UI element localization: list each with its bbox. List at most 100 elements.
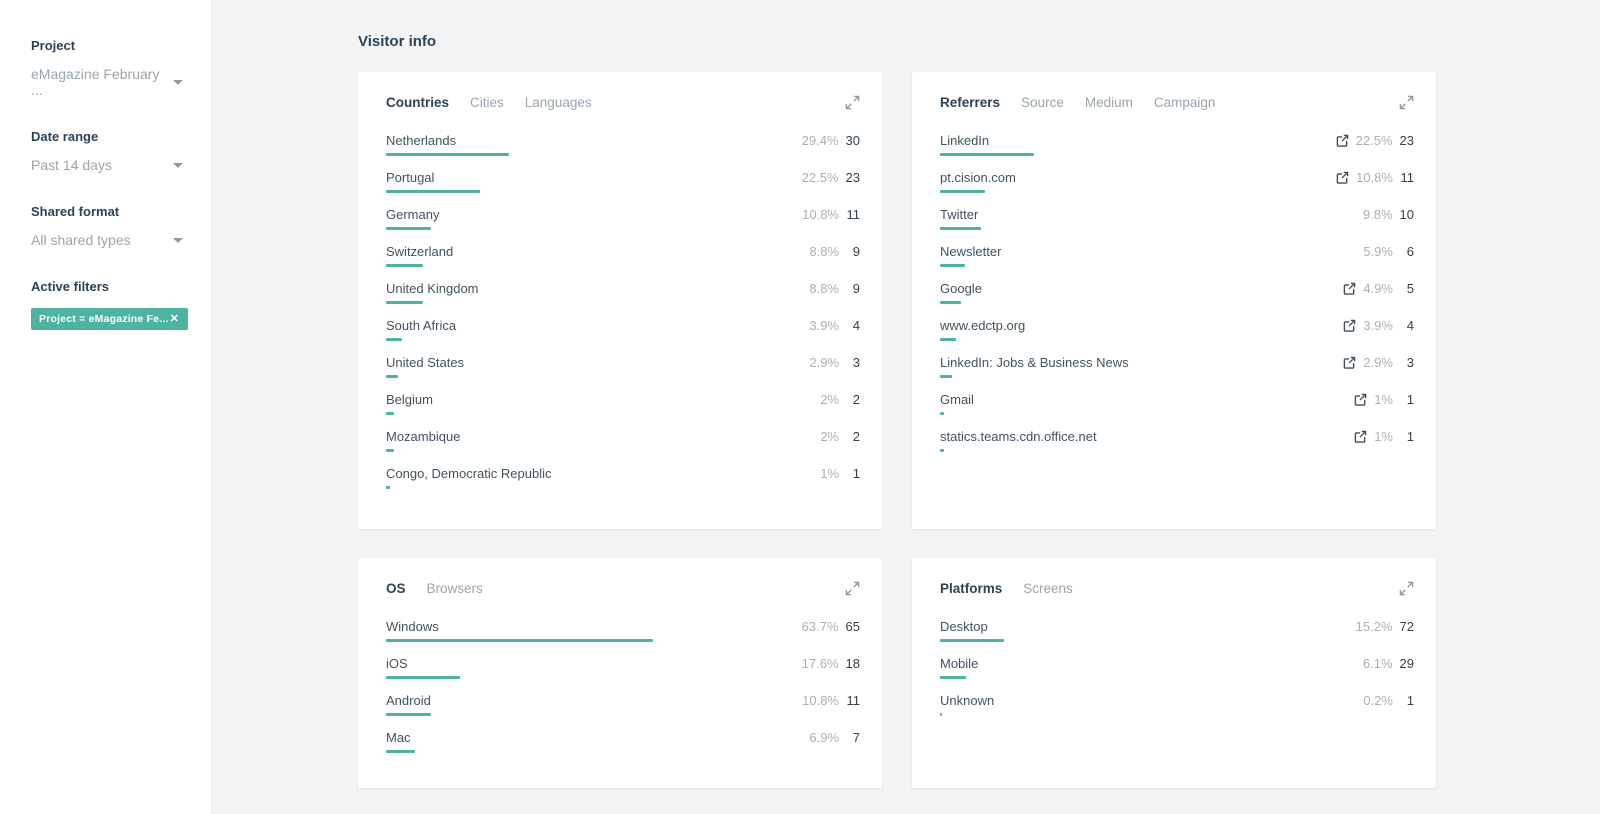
list-item: Congo, Democratic Republic 1% 1 — [386, 466, 860, 503]
item-bar — [386, 412, 395, 415]
item-bar — [386, 153, 510, 156]
external-link-icon[interactable] — [1343, 356, 1356, 369]
item-label: Gmail — [940, 392, 974, 407]
filter-dropdown-value: Past 14 days — [31, 157, 112, 173]
close-icon[interactable]: ✕ — [170, 313, 179, 325]
card-tabs: Referrers Source Medium Campaign — [940, 95, 1215, 110]
list-item: Netherlands 29.4% 30 — [386, 133, 860, 170]
item-bar — [940, 449, 945, 452]
tab-referrers[interactable]: Referrers — [940, 95, 1000, 110]
tab-source[interactable]: Source — [1021, 95, 1064, 110]
item-bar-track — [386, 676, 805, 679]
item-count: 2 — [852, 429, 860, 444]
item-bar-track — [386, 375, 805, 378]
active-filter-chip[interactable]: Project = eMagazine Fe... ✕ — [31, 308, 188, 330]
list-item: pt.cision.com 10.8% 11 — [940, 170, 1414, 207]
external-link-icon[interactable] — [1336, 134, 1349, 147]
active-filter-chip-text: Project = eMagazine Fe... — [39, 313, 169, 325]
item-percent: 2.9% — [1363, 355, 1393, 370]
item-bar-track — [386, 264, 805, 267]
list-item: LinkedIn 22.5% 23 — [940, 133, 1414, 170]
item-label: pt.cision.com — [940, 170, 1016, 185]
list-item: Android 10.8% 11 — [386, 693, 860, 730]
item-bar-track — [386, 412, 805, 415]
item-bar-track — [940, 676, 1359, 679]
item-percent: 1% — [1374, 429, 1393, 444]
card-rows: Desktop 15.2% 72 Mobile 6.1% 29 Unknown — [940, 619, 1414, 730]
filter-dropdown-value: eMagazine February ... — [31, 66, 160, 98]
chevron-down-icon — [173, 237, 183, 243]
item-count: 1 — [1406, 693, 1414, 708]
expand-icon[interactable] — [1399, 95, 1414, 110]
item-bar — [940, 676, 966, 679]
list-item: LinkedIn: Jobs & Business News 2.9% 3 — [940, 355, 1414, 392]
tab-countries[interactable]: Countries — [386, 95, 449, 110]
external-link-icon[interactable] — [1354, 393, 1367, 406]
sidebar-filter-section: Project eMagazine February ... — [31, 38, 183, 98]
sidebar-filter-section: Shared format All shared types — [31, 204, 183, 248]
item-percent: 2% — [820, 429, 839, 444]
item-count: 29 — [1399, 656, 1414, 671]
tab-platforms[interactable]: Platforms — [940, 581, 1002, 596]
item-count: 18 — [845, 656, 860, 671]
filters-sidebar: Project eMagazine February ... Date rang… — [0, 0, 212, 814]
tab-medium[interactable]: Medium — [1085, 95, 1133, 110]
card-header: OS Browsers — [386, 581, 860, 596]
item-bar-track — [940, 264, 1359, 267]
item-bar-track — [386, 486, 805, 489]
item-percent: 3.9% — [809, 318, 839, 333]
item-bar — [386, 190, 481, 193]
item-label: iOS — [386, 656, 408, 671]
item-count: 4 — [852, 318, 860, 333]
item-bar-track — [386, 227, 805, 230]
list-item: Portugal 22.5% 23 — [386, 170, 860, 207]
tab-os[interactable]: OS — [386, 581, 406, 596]
external-link-icon[interactable] — [1336, 171, 1349, 184]
item-bar-track — [940, 227, 1359, 230]
item-count: 9 — [852, 281, 860, 296]
item-count: 6 — [1406, 244, 1414, 259]
card-visitor-os: OS Browsers Windows 63.7% 65 iOS 17.6% 1… — [358, 558, 882, 788]
external-link-icon[interactable] — [1343, 282, 1356, 295]
item-bar — [940, 153, 1035, 156]
item-label: Belgium — [386, 392, 433, 407]
filter-dropdown-shared-format[interactable]: All shared types — [31, 232, 183, 248]
list-item: Gmail 1% 1 — [940, 392, 1414, 429]
item-bar-track — [386, 449, 805, 452]
external-link-icon[interactable] — [1354, 430, 1367, 443]
item-label: Android — [386, 693, 431, 708]
item-bar-track — [386, 338, 805, 341]
tab-campaign[interactable]: Campaign — [1154, 95, 1216, 110]
item-bar-track — [940, 639, 1359, 642]
expand-icon[interactable] — [1399, 581, 1414, 596]
external-link-icon[interactable] — [1343, 319, 1356, 332]
item-count: 10 — [1399, 207, 1414, 222]
tab-cities[interactable]: Cities — [470, 95, 504, 110]
item-bar-track — [940, 338, 1359, 341]
expand-icon[interactable] — [845, 95, 860, 110]
item-label: Germany — [386, 207, 440, 222]
item-bar-track — [940, 301, 1359, 304]
card-header: Referrers Source Medium Campaign — [940, 95, 1414, 110]
item-count: 2 — [852, 392, 860, 407]
item-count: 7 — [852, 730, 860, 745]
item-bar-track — [386, 301, 805, 304]
tab-screens[interactable]: Screens — [1023, 581, 1073, 596]
filter-dropdown-project[interactable]: eMagazine February ... — [31, 66, 183, 98]
item-label: Mac — [386, 730, 411, 745]
filter-dropdown-date-range[interactable]: Past 14 days — [31, 157, 183, 173]
tab-browsers[interactable]: Browsers — [427, 581, 483, 596]
filter-section-label: Date range — [31, 129, 99, 144]
item-percent: 10.8% — [1356, 170, 1393, 185]
item-percent: 2.9% — [809, 355, 839, 370]
tab-languages[interactable]: Languages — [525, 95, 592, 110]
item-bar-track — [386, 750, 805, 753]
item-label: South Africa — [386, 318, 457, 333]
item-label: Mozambique — [386, 429, 461, 444]
item-count: 72 — [1399, 619, 1414, 634]
item-bar-track — [386, 153, 805, 156]
item-bar-track — [940, 153, 1359, 156]
list-item: iOS 17.6% 18 — [386, 656, 860, 693]
expand-icon[interactable] — [845, 581, 860, 596]
item-count: 1 — [1406, 429, 1414, 444]
